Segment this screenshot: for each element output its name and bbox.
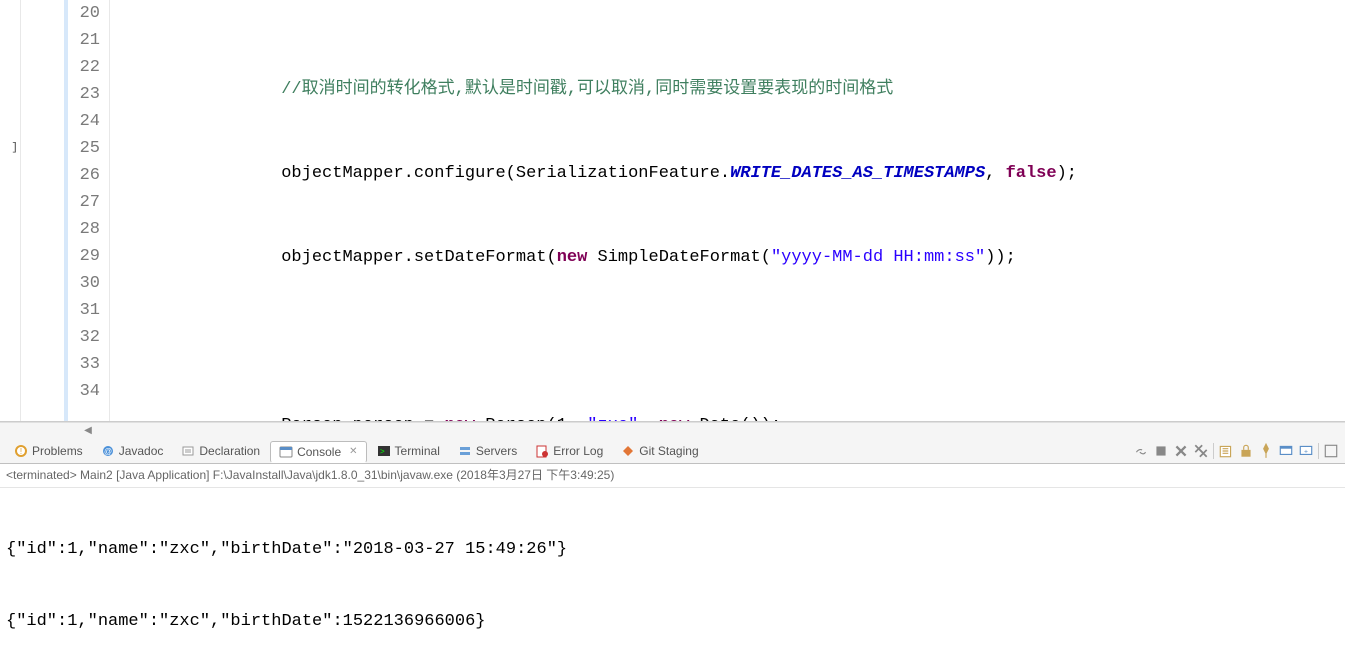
console-process-label: <terminated> Main2 [Java Application] F:… bbox=[0, 464, 1345, 488]
line-number[interactable]: 24 bbox=[68, 108, 100, 135]
string: "zxc" bbox=[587, 416, 638, 421]
line-number[interactable]: 30 bbox=[68, 270, 100, 297]
errorlog-icon bbox=[535, 444, 549, 458]
code-line[interactable]: Person person = new Person(1, "zxc", new… bbox=[110, 412, 1345, 421]
code-line[interactable]: objectMapper.setDateFormat(new SimpleDat… bbox=[110, 244, 1345, 271]
tab-label: Servers bbox=[476, 444, 517, 458]
tab-label: Terminal bbox=[395, 444, 440, 458]
line-number[interactable]: 28 bbox=[68, 216, 100, 243]
line-number[interactable]: 32 bbox=[68, 324, 100, 351]
line-number-gutter[interactable]: 202122232425262728293031323334 bbox=[68, 0, 110, 421]
tab-label: Git Staging bbox=[639, 444, 698, 458]
code-area[interactable]: //取消时间的转化格式,默认是时间戳,可以取消,同时需要设置要表现的时间格式 o… bbox=[110, 0, 1345, 421]
views-tab-bar: ! Problems @ Javadoc Declaration Console… bbox=[0, 438, 1345, 464]
link-icon[interactable] bbox=[1133, 443, 1149, 459]
line-number[interactable]: 21 bbox=[68, 27, 100, 54]
code-editor[interactable]: ] 202122232425262728293031323334 //取消时间的… bbox=[0, 0, 1345, 422]
close-icon[interactable]: ✕ bbox=[349, 446, 357, 457]
display-icon[interactable] bbox=[1278, 443, 1294, 459]
tab-label: Error Log bbox=[553, 444, 603, 458]
keyword: new bbox=[659, 416, 690, 421]
tab-declaration[interactable]: Declaration bbox=[173, 441, 268, 461]
keyword: new bbox=[444, 416, 475, 421]
svg-text:+: + bbox=[1304, 448, 1308, 455]
remove-all-icon[interactable] bbox=[1193, 443, 1209, 459]
horizontal-scrollbar[interactable]: ◀ bbox=[0, 422, 1345, 438]
line-number[interactable]: 29 bbox=[68, 243, 100, 270]
git-icon bbox=[621, 444, 635, 458]
folding-ruler[interactable] bbox=[20, 0, 68, 421]
line-number[interactable]: 20 bbox=[68, 0, 100, 27]
tab-label: Problems bbox=[32, 444, 83, 458]
keyword: false bbox=[1006, 164, 1057, 183]
left-margin-marker: ] bbox=[0, 135, 20, 162]
svg-text:!: ! bbox=[20, 447, 22, 456]
problems-icon: ! bbox=[14, 444, 28, 458]
tab-errorlog[interactable]: Error Log bbox=[527, 441, 611, 461]
comment: //取消时间的转化格式,默认是时间戳,可以取消,同时需要设置要表现的时间格式 bbox=[281, 80, 893, 99]
pin-icon[interactable] bbox=[1258, 443, 1274, 459]
tab-label: Javadoc bbox=[119, 444, 164, 458]
line-number[interactable]: 22 bbox=[68, 54, 100, 81]
scroll-left-arrow[interactable]: ◀ bbox=[80, 423, 96, 439]
line-number[interactable]: 34 bbox=[68, 378, 100, 405]
clear-icon[interactable] bbox=[1218, 443, 1234, 459]
tab-terminal[interactable]: > Terminal bbox=[369, 441, 448, 461]
scroll-lock-icon[interactable] bbox=[1238, 443, 1254, 459]
terminal-icon: > bbox=[377, 444, 391, 458]
code-line[interactable] bbox=[110, 328, 1345, 355]
code-line[interactable]: //取消时间的转化格式,默认是时间戳,可以取消,同时需要设置要表现的时间格式 bbox=[110, 76, 1345, 103]
console-line: {"id":1,"name":"zxc","birthDate":"2018-0… bbox=[6, 538, 1339, 562]
line-number[interactable]: 27 bbox=[68, 189, 100, 216]
string: "yyyy-MM-dd HH:mm:ss" bbox=[771, 248, 985, 267]
tab-console[interactable]: Console ✕ bbox=[270, 441, 366, 463]
remove-icon[interactable] bbox=[1173, 443, 1189, 459]
console-line: {"id":1,"name":"zxc","birthDate":1522136… bbox=[6, 610, 1339, 634]
stop-icon[interactable] bbox=[1153, 443, 1169, 459]
line-number[interactable]: 25 bbox=[68, 135, 100, 162]
declaration-icon bbox=[181, 444, 195, 458]
servers-icon bbox=[458, 444, 472, 458]
console-output[interactable]: {"id":1,"name":"zxc","birthDate":"2018-0… bbox=[0, 488, 1345, 660]
open-console-icon[interactable]: + bbox=[1298, 443, 1314, 459]
line-number[interactable]: 26 bbox=[68, 162, 100, 189]
line-number[interactable]: 23 bbox=[68, 81, 100, 108]
console-toolbar: + bbox=[1133, 443, 1345, 459]
minimize-icon[interactable] bbox=[1323, 443, 1339, 459]
tab-label: Declaration bbox=[199, 444, 260, 458]
svg-text:>: > bbox=[380, 447, 385, 456]
line-number[interactable]: 33 bbox=[68, 351, 100, 378]
tab-gitstaging[interactable]: Git Staging bbox=[613, 441, 706, 461]
tab-problems[interactable]: ! Problems bbox=[6, 441, 91, 461]
tab-servers[interactable]: Servers bbox=[450, 441, 525, 461]
console-icon bbox=[279, 445, 293, 459]
tab-label: Console bbox=[297, 445, 341, 459]
svg-text:@: @ bbox=[104, 447, 112, 456]
javadoc-icon: @ bbox=[101, 444, 115, 458]
left-margin: ] bbox=[0, 0, 20, 421]
code-line[interactable]: objectMapper.configure(SerializationFeat… bbox=[110, 160, 1345, 187]
keyword: new bbox=[557, 248, 588, 267]
static-field: WRITE_DATES_AS_TIMESTAMPS bbox=[730, 164, 985, 183]
tab-javadoc[interactable]: @ Javadoc bbox=[93, 441, 172, 461]
line-number[interactable]: 31 bbox=[68, 297, 100, 324]
